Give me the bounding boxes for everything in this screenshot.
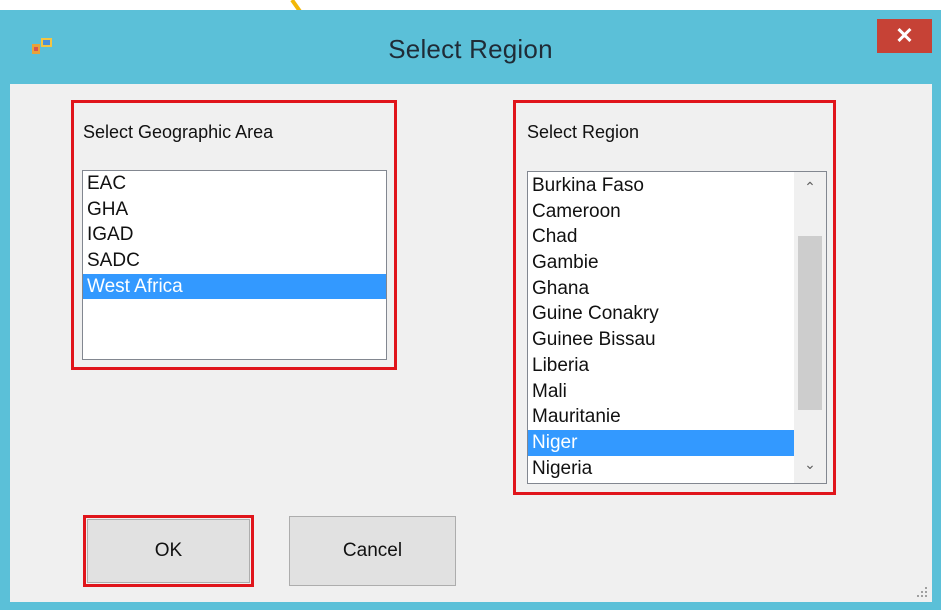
- region-label: Select Region: [527, 122, 640, 142]
- region-item[interactable]: Liberia: [528, 353, 794, 379]
- region-item[interactable]: Nigeria: [528, 456, 794, 482]
- region-item[interactable]: Cameroon: [528, 199, 794, 225]
- scroll-up-button[interactable]: ⌃: [794, 174, 826, 200]
- geographic-area-item[interactable]: EAC: [83, 171, 386, 197]
- region-item[interactable]: Chad: [528, 224, 794, 250]
- region-item[interactable]: Burkina Faso: [528, 173, 794, 199]
- geographic-area-item[interactable]: GHA: [83, 197, 386, 223]
- dialog-window: Select Region ✕ Select Geographic Area E…: [0, 10, 941, 610]
- region-scrollbar[interactable]: ⌃ ⌄: [794, 172, 826, 483]
- resize-grip-icon[interactable]: [916, 586, 928, 598]
- region-item[interactable]: Guine Conakry: [528, 301, 794, 327]
- ok-button[interactable]: OK: [87, 519, 250, 583]
- dialog-client-area: Select Geographic Area EAC GHA IGAD SADC Wes…: [10, 84, 932, 602]
- region-item[interactable]: Mali: [528, 379, 794, 405]
- scroll-down-button[interactable]: ⌄: [794, 451, 826, 477]
- close-icon: ✕: [895, 23, 914, 48]
- geographic-area-item[interactable]: West Africa: [83, 273, 386, 300]
- region-item[interactable]: Ghana: [528, 276, 794, 302]
- region-item[interactable]: Guinee Bissau: [528, 327, 794, 353]
- scroll-thumb[interactable]: [798, 236, 822, 410]
- geographic-area-item[interactable]: IGAD: [83, 222, 386, 248]
- region-item[interactable]: Niger: [528, 429, 794, 456]
- geographic-area-label: Select Geographic Area: [83, 122, 274, 142]
- title-bar[interactable]: Select Region ✕: [0, 10, 941, 76]
- chevron-down-icon: ⌄: [804, 455, 816, 472]
- window-title: Select Region: [388, 34, 553, 64]
- region-item[interactable]: Mauritanie: [528, 404, 794, 430]
- cancel-button[interactable]: Cancel: [289, 516, 456, 586]
- geographic-area-item[interactable]: SADC: [83, 248, 386, 274]
- chevron-up-icon: ⌃: [804, 178, 816, 195]
- geographic-area-listbox[interactable]: EAC GHA IGAD SADC West Africa: [82, 170, 387, 360]
- region-item[interactable]: Gambie: [528, 250, 794, 276]
- close-button[interactable]: ✕: [877, 19, 932, 53]
- region-listbox[interactable]: Burkina Faso Cameroon Chad Gambie Ghana Guine…: [527, 171, 827, 484]
